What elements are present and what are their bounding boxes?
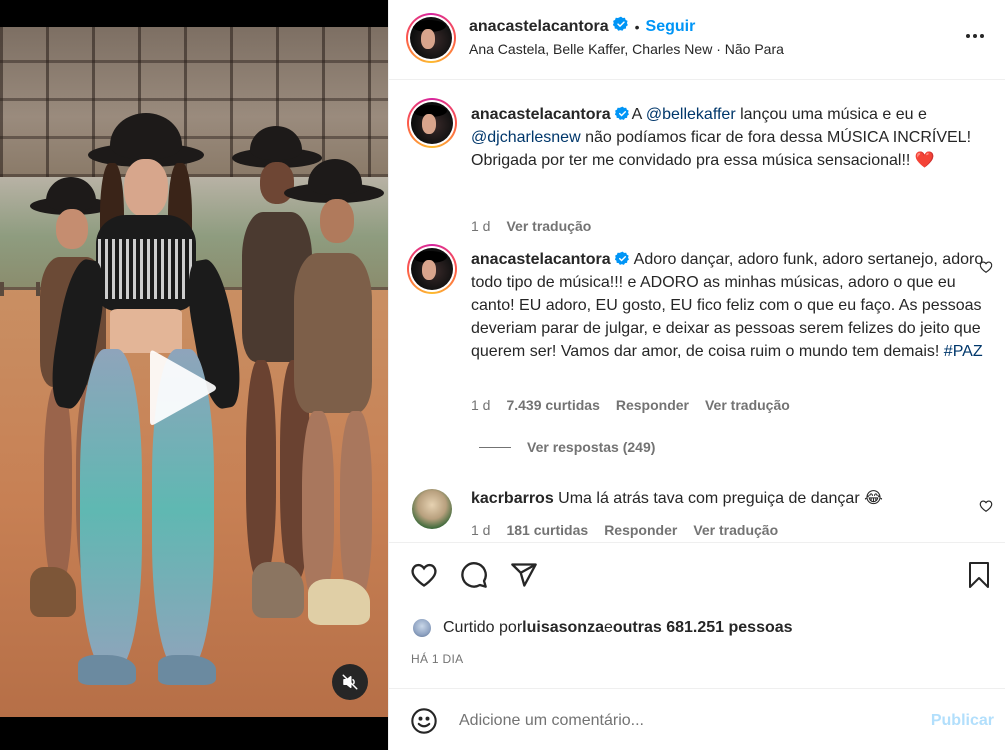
translate-link[interactable]: Ver tradução xyxy=(705,397,790,413)
reply-button[interactable]: Responder xyxy=(604,522,677,538)
caption-avatar[interactable] xyxy=(407,98,457,148)
heart-icon[interactable] xyxy=(409,561,439,594)
share-icon[interactable] xyxy=(510,561,538,594)
more-icon[interactable] xyxy=(966,26,988,46)
likes-middle: e xyxy=(603,619,613,636)
add-comment-bar: Publicar xyxy=(389,688,1005,750)
comment-age[interactable]: 1 d xyxy=(471,522,490,538)
likes-summary: Curtido por luisasonza e outras 681.251 … xyxy=(411,617,793,639)
view-replies-button[interactable]: Ver respostas (249) xyxy=(479,439,655,455)
post-header: anacastelacantora • Seguir Ana Castela, … xyxy=(389,0,1005,80)
publish-button[interactable]: Publicar xyxy=(931,712,994,730)
verified-icon xyxy=(612,16,629,37)
author-username[interactable]: anacastelacantora xyxy=(469,18,609,36)
translate-link[interactable]: Ver tradução xyxy=(693,522,778,538)
post-dialog: anacastelacantora • Seguir Ana Castela, … xyxy=(0,0,1005,750)
verified-icon xyxy=(614,106,629,120)
likes-prefix: Curtido por xyxy=(443,619,523,636)
dancer-right-front xyxy=(282,155,388,625)
heart-icon[interactable] xyxy=(979,260,993,279)
comment-text: Uma lá atrás tava com preguiça de dançar xyxy=(558,490,865,507)
heart-icon[interactable] xyxy=(979,499,993,518)
audio-attribution[interactable]: Ana Castela, Belle Kaffer, Charles New ·… xyxy=(469,41,784,57)
comments-list[interactable]: anacastelacantora A @bellekaffer lançou u… xyxy=(389,81,1005,541)
action-bar: Curtido por luisasonza e outras 681.251 … xyxy=(389,542,1005,688)
verified-icon xyxy=(614,251,629,265)
author-avatar[interactable] xyxy=(406,13,456,63)
comment-age[interactable]: 1 d xyxy=(471,397,490,413)
comment-avatar[interactable] xyxy=(412,489,452,529)
comment-likes[interactable]: 7.439 curtidas xyxy=(506,397,599,413)
translate-link[interactable]: Ver tradução xyxy=(506,218,591,234)
caption-text: A xyxy=(631,106,646,123)
caption-age[interactable]: 1 d xyxy=(471,218,490,234)
replies-divider xyxy=(479,446,511,448)
media-pane[interactable] xyxy=(0,0,388,750)
caption-text: lançou uma música e eu e xyxy=(735,106,927,123)
comment-likes[interactable]: 181 curtidas xyxy=(506,522,588,538)
post-details: anacastelacantora • Seguir Ana Castela, … xyxy=(388,0,1005,750)
header-separator: • xyxy=(634,18,640,35)
comment-username[interactable]: kacrbarros xyxy=(471,490,554,507)
comment-avatar[interactable] xyxy=(407,244,457,294)
follow-button[interactable]: Seguir xyxy=(646,18,696,36)
liker-username[interactable]: luisasonza xyxy=(522,619,604,637)
post-timestamp[interactable]: HÁ 1 DIA xyxy=(411,652,463,666)
likes-others[interactable]: outras 681.251 pessoas xyxy=(613,619,793,637)
view-replies-label[interactable]: Ver respostas (249) xyxy=(527,439,655,455)
video-frame[interactable] xyxy=(0,27,388,717)
bookmark-icon[interactable] xyxy=(967,561,991,594)
comment-input[interactable] xyxy=(459,707,899,735)
reply-button[interactable]: Responder xyxy=(616,397,689,413)
caption-username[interactable]: anacastelacantora xyxy=(471,106,611,123)
liker-avatar[interactable] xyxy=(411,617,433,639)
hashtag-link[interactable]: #PAZ xyxy=(944,343,983,360)
emoji-icon[interactable] xyxy=(410,707,438,740)
mention-link[interactable]: @bellekaffer xyxy=(646,106,736,123)
comment-username[interactable]: anacastelacantora xyxy=(471,251,611,268)
comment-item: anacastelacantora Adoro dançar, adoro fun… xyxy=(407,244,997,444)
play-icon[interactable] xyxy=(146,345,220,431)
laughing-emoji: 😂 xyxy=(864,490,883,507)
heart-emoji: ❤️ xyxy=(914,152,935,169)
mute-icon[interactable] xyxy=(332,664,368,700)
comment-item: kacrbarros Uma lá atrás tava com preguiç… xyxy=(407,487,997,541)
comment-icon[interactable] xyxy=(460,561,488,594)
caption: anacastelacantora A @bellekaffer lançou u… xyxy=(407,98,997,234)
mention-link[interactable]: @djcharlesnew xyxy=(471,129,581,146)
